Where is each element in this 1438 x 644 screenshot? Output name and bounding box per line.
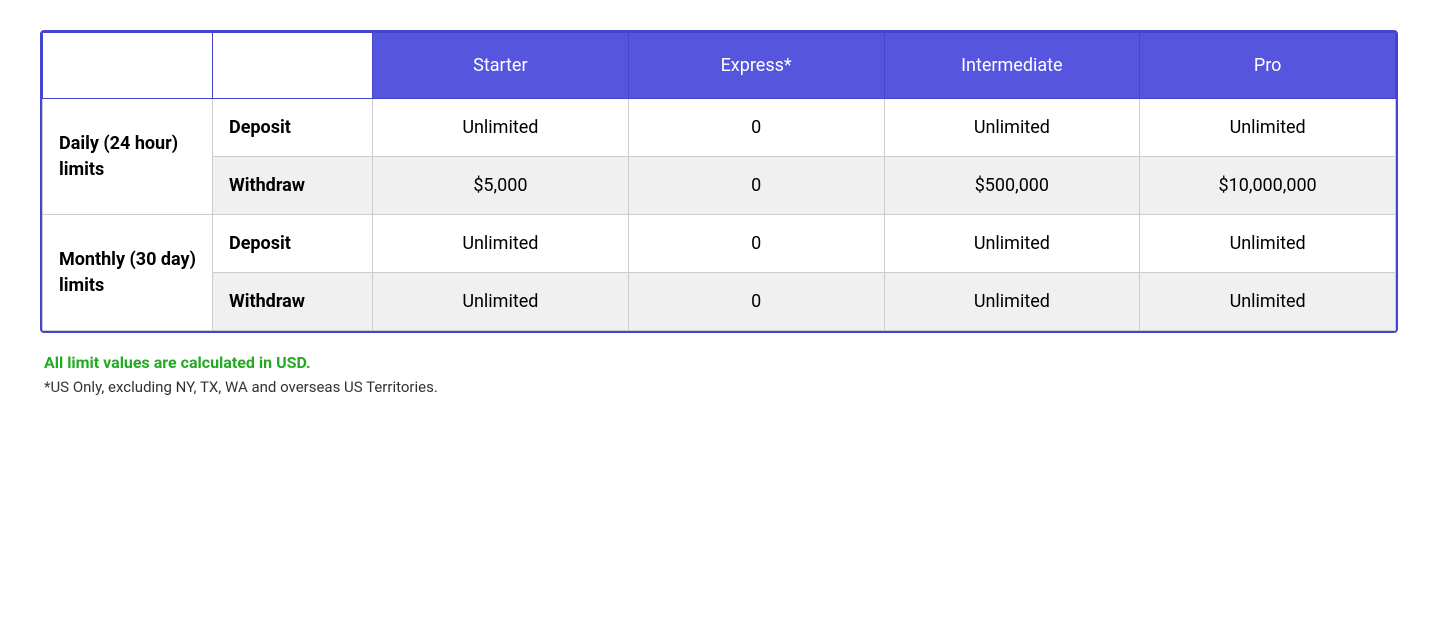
daily-withdraw-label: Withdraw [213, 157, 373, 215]
monthly-withdraw-pro: Unlimited [1140, 273, 1396, 331]
daily-deposit-intermediate: Unlimited [884, 99, 1140, 157]
monthly-withdraw-label: Withdraw [213, 273, 373, 331]
daily-withdraw-intermediate: $500,000 [884, 157, 1140, 215]
monthly-withdraw-express: 0 [628, 273, 884, 331]
daily-deposit-pro: Unlimited [1140, 99, 1396, 157]
header-pro: Pro [1140, 33, 1396, 99]
monthly-withdraw-starter: Unlimited [373, 273, 629, 331]
footer: All limit values are calculated in USD. … [40, 353, 1398, 396]
daily-withdraw-express: 0 [628, 157, 884, 215]
daily-withdraw-starter: $5,000 [373, 157, 629, 215]
monthly-deposit-intermediate: Unlimited [884, 215, 1140, 273]
daily-withdraw-row: Withdraw $5,000 0 $500,000 $10,000,000 [43, 157, 1396, 215]
daily-deposit-starter: Unlimited [373, 99, 629, 157]
header-starter: Starter [373, 33, 629, 99]
monthly-category: Monthly (30 day) limits [43, 215, 213, 331]
daily-deposit-express: 0 [628, 99, 884, 157]
daily-deposit-label: Deposit [213, 99, 373, 157]
monthly-deposit-pro: Unlimited [1140, 215, 1396, 273]
footer-usd-note: All limit values are calculated in USD. [44, 353, 1394, 372]
header-express: Express* [628, 33, 884, 99]
limits-table: Starter Express* Intermediate Pro Daily … [42, 32, 1396, 331]
monthly-deposit-row: Monthly (30 day) limits Deposit Unlimite… [43, 215, 1396, 273]
daily-deposit-row: Daily (24 hour) limits Deposit Unlimited… [43, 99, 1396, 157]
monthly-deposit-label: Deposit [213, 215, 373, 273]
monthly-deposit-starter: Unlimited [373, 215, 629, 273]
header-category [43, 33, 213, 99]
header-subtype [213, 33, 373, 99]
limits-table-wrapper: Starter Express* Intermediate Pro Daily … [40, 30, 1398, 333]
header-intermediate: Intermediate [884, 33, 1140, 99]
header-row: Starter Express* Intermediate Pro [43, 33, 1396, 99]
footer-express-note: *US Only, excluding NY, TX, WA and overs… [44, 378, 1394, 396]
daily-category: Daily (24 hour) limits [43, 99, 213, 215]
monthly-deposit-express: 0 [628, 215, 884, 273]
monthly-withdraw-intermediate: Unlimited [884, 273, 1140, 331]
daily-withdraw-pro: $10,000,000 [1140, 157, 1396, 215]
page-container: Starter Express* Intermediate Pro Daily … [40, 30, 1398, 396]
monthly-withdraw-row: Withdraw Unlimited 0 Unlimited Unlimited [43, 273, 1396, 331]
